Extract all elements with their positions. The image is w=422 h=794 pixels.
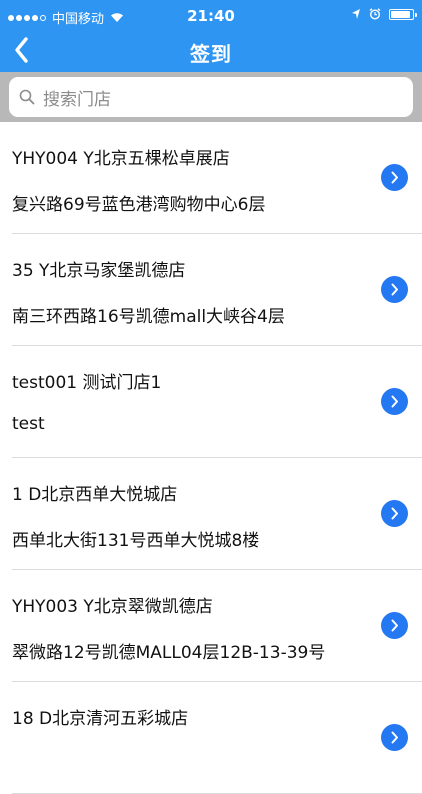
chevron-right-icon bbox=[391, 395, 398, 408]
store-address: 西单北大街131号西单大悦城8楼 bbox=[12, 531, 260, 551]
battery-fill bbox=[391, 10, 410, 18]
store-address: 南三环西路16号凯德mall大峡谷4层 bbox=[12, 307, 285, 327]
location-icon bbox=[352, 9, 360, 19]
store-name: 18 D北京清河五彩城店 bbox=[12, 709, 189, 729]
store-name: YHY003 Y北京翠微凯德店 bbox=[12, 597, 213, 617]
page-title: 签到 bbox=[190, 42, 232, 66]
store-name: 35 Y北京马家堡凯德店 bbox=[12, 261, 186, 281]
list-item[interactable]: YHY003 Y北京翠微凯德店翠微路12号凯德MALL04层12B-13-39号 bbox=[0, 570, 422, 682]
list-item[interactable]: test001 测试门店1 test bbox=[0, 346, 422, 458]
store-address: 翠微路12号凯德MALL04层12B-13-39号 bbox=[12, 643, 326, 663]
search-bar: 搜索门店 bbox=[0, 72, 422, 122]
store-name: YHY004 Y北京五棵松卓展店 bbox=[12, 149, 230, 169]
go-button[interactable] bbox=[381, 388, 408, 415]
search-icon bbox=[19, 89, 35, 105]
battery-icon bbox=[389, 8, 417, 20]
chevron-right-icon bbox=[391, 507, 398, 520]
go-button[interactable] bbox=[381, 276, 408, 303]
alarm-icon bbox=[369, 8, 381, 20]
store-address: 复兴路69号蓝色港湾购物中心6层 bbox=[12, 195, 266, 215]
search-placeholder: 搜索门店 bbox=[43, 89, 111, 110]
search-input[interactable]: 搜索门店 bbox=[9, 77, 413, 117]
store-name: test001 测试门店1 bbox=[12, 373, 162, 393]
list-item[interactable]: 35 Y北京马家堡凯德店南三环西路16号凯德mall大峡谷4层 bbox=[0, 234, 422, 346]
header: 中国移动 21:40 签到 bbox=[0, 0, 422, 72]
go-button[interactable] bbox=[381, 724, 408, 751]
go-button[interactable] bbox=[381, 164, 408, 191]
store-list: YHY004 Y北京五棵松卓展店 复兴路69号蓝色港湾购物中心6层 35 Y北京马家… bbox=[0, 122, 422, 794]
store-name: 1 D北京西单大悦城店 bbox=[12, 485, 178, 505]
go-button[interactable] bbox=[381, 500, 408, 527]
status-right bbox=[351, 8, 417, 20]
nav-bar: 签到 bbox=[0, 28, 422, 72]
store-address: test bbox=[12, 414, 45, 434]
go-button[interactable] bbox=[381, 612, 408, 639]
list-item[interactable]: 18 D北京清河五彩城店 bbox=[0, 682, 422, 794]
chevron-right-icon bbox=[391, 619, 398, 632]
list-item[interactable]: 1 D北京西单大悦城店西单北大街131号西单大悦城8楼 bbox=[0, 458, 422, 570]
list-item[interactable]: YHY004 Y北京五棵松卓展店复兴路69号蓝色港湾购物中心6层 bbox=[0, 122, 422, 234]
chevron-right-icon bbox=[391, 731, 398, 744]
chevron-right-icon bbox=[391, 171, 398, 184]
chevron-right-icon bbox=[391, 283, 398, 296]
